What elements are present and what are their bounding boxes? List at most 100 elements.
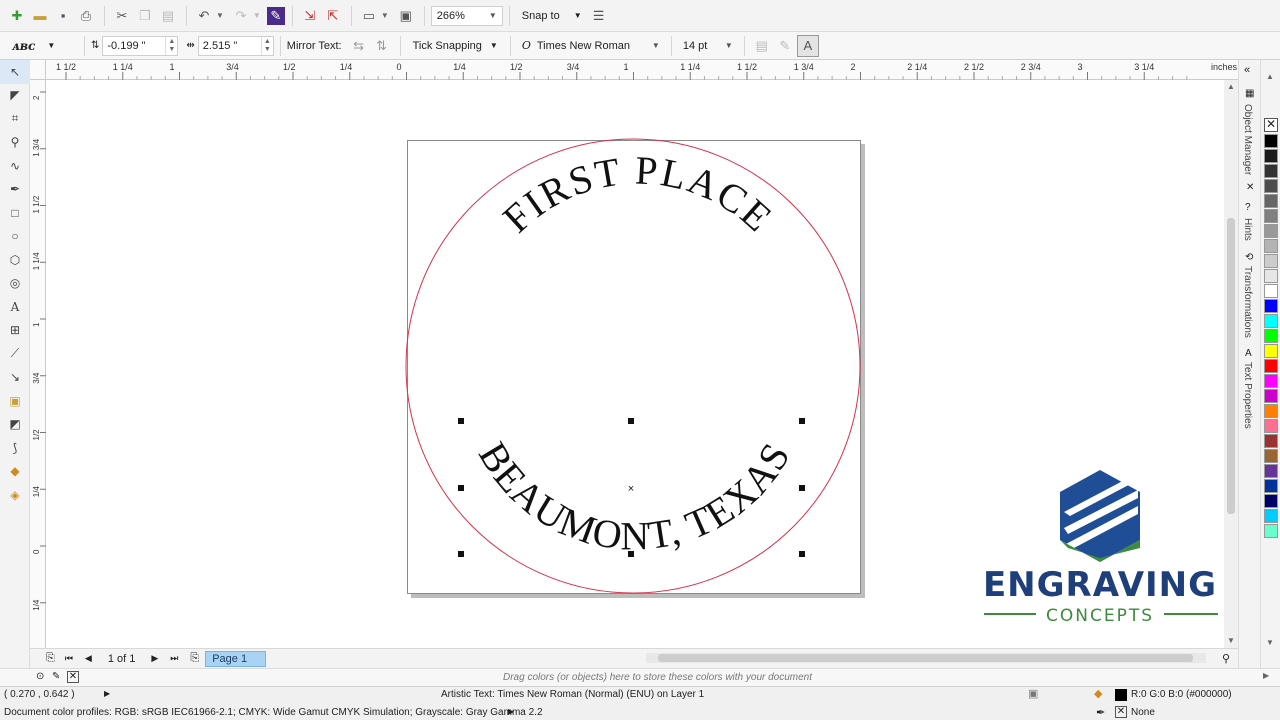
add-page-before-icon[interactable]: ⎘ [46, 652, 55, 665]
text-properties-icon[interactable]: ▤ [751, 35, 773, 57]
palette-swatch[interactable] [1264, 389, 1278, 403]
next-page-icon[interactable]: ▶ [151, 653, 158, 664]
export-icon[interactable]: ⇱ [322, 5, 344, 27]
palette-swatch[interactable] [1264, 254, 1278, 268]
artwork[interactable]: FIRST PLACE BEAUMONT, TEXAS × [405, 138, 862, 595]
handle-top-left[interactable] [458, 418, 464, 424]
palette-swatch[interactable] [1264, 509, 1278, 523]
polygon-tool-icon[interactable]: ⬡ [0, 248, 30, 272]
document-palette[interactable]: ⊙ ✎ ✕ Drag colors (or objects) here to s… [0, 668, 1280, 686]
last-page-icon[interactable]: ⏭ [170, 653, 178, 664]
edit-text-icon[interactable]: ✎ [774, 35, 796, 57]
drawing-canvas[interactable]: FIRST PLACE BEAUMONT, TEXAS × ENGRAVING [46, 80, 1224, 648]
options-icon[interactable]: ☰ [588, 5, 610, 27]
horizontal-scrollbar-thumb[interactable] [658, 654, 1193, 662]
artistic-media-icon[interactable]: ✒ [0, 178, 30, 202]
text-tool-icon[interactable]: A [0, 295, 30, 319]
palette-swatch[interactable] [1264, 239, 1278, 253]
ruler-origin-corner[interactable] [30, 60, 46, 80]
cut-icon[interactable]: ✂ [111, 5, 133, 27]
search-content-icon[interactable]: ✎ [266, 6, 285, 25]
handle-top-right[interactable] [799, 418, 805, 424]
horizontal-ruler[interactable]: 1 1/2 1 1/4 1 3/4 1/2 1/4 0 1/4 1/2 3/4 1 1 1/4 1 1/… [30, 60, 1238, 80]
tick-snapping-dropdown[interactable]: Tick Snapping ▼ [407, 40, 504, 52]
palette-swatch[interactable] [1264, 194, 1278, 208]
publish-icon[interactable]: ▭ [358, 5, 380, 27]
collapse-docker-icon[interactable]: « [1244, 64, 1250, 76]
palette-scroll-up-icon[interactable]: ▲ [1266, 72, 1274, 81]
coordinates-expand-icon[interactable]: ▶ [104, 689, 110, 698]
basic-shapes-icon[interactable]: ◎ [0, 272, 30, 296]
tab-hints[interactable]: Hints [1242, 218, 1253, 241]
palette-swatch[interactable] [1264, 284, 1278, 298]
zoom-tool-icon[interactable]: ⚲ [0, 131, 30, 155]
palette-swatch[interactable] [1264, 209, 1278, 223]
interactive-fill-icon[interactable]: ◆ [0, 460, 30, 484]
paste-icon[interactable]: ▤ [157, 5, 179, 27]
palette-scroll-down-icon[interactable]: ▼ [1266, 638, 1274, 647]
import-icon[interactable]: ⇲ [299, 5, 321, 27]
publish-dropdown-icon[interactable]: ▼ [381, 11, 389, 20]
vertical-scrollbar[interactable]: ▲ ▼ [1224, 80, 1238, 648]
offset-distance-field[interactable]: -0.199 " ▲ ▼ [102, 35, 179, 56]
palette-swatch[interactable] [1264, 434, 1278, 448]
tab-text-properties[interactable]: Text Properties [1242, 362, 1253, 429]
palette-swatch[interactable] [1264, 269, 1278, 283]
outline-swatch[interactable]: ✕ [1115, 706, 1127, 718]
zoom-select[interactable]: 266% ▼ [430, 5, 503, 26]
save-icon[interactable]: ▪ [52, 5, 74, 27]
palette-swatch[interactable] [1264, 479, 1278, 493]
first-page-icon[interactable]: ⏮ [65, 653, 73, 664]
eyedropper-icon[interactable]: ⟆ [0, 436, 30, 460]
palette-swatch[interactable] [1264, 179, 1278, 193]
palette-swatch[interactable] [1264, 449, 1278, 463]
fill-swatch[interactable] [1115, 689, 1127, 701]
palette-swatch[interactable] [1264, 164, 1278, 178]
palette-swatch[interactable] [1264, 359, 1278, 373]
scroll-down-icon[interactable]: ▼ [1227, 636, 1235, 645]
spin-arrows-icon[interactable]: ▲ ▼ [165, 36, 177, 55]
print-icon[interactable]: ⎙ [75, 5, 97, 27]
docpal-no-color-icon[interactable]: ✕ [67, 671, 79, 683]
crop-tool-icon[interactable]: ⌗ [0, 107, 30, 131]
handle-bottom-left[interactable] [458, 551, 464, 557]
palette-swatch[interactable] [1264, 524, 1278, 538]
palette-swatch[interactable] [1264, 344, 1278, 358]
horizontal-scrollbar[interactable] [646, 653, 1206, 663]
connector-tool-icon[interactable]: ↘ [0, 366, 30, 390]
palette-swatch[interactable] [1264, 329, 1278, 343]
vertical-ruler[interactable]: 2 1 3/4 1 1/2 1 1/4 1 3/4 1/2 1/4 0 1/4 [30, 80, 46, 648]
place-on-other-side-icon[interactable]: A [796, 34, 819, 57]
handle-bottom-center[interactable] [628, 551, 634, 557]
palette-swatch[interactable] [1264, 419, 1278, 433]
palette-swatch[interactable] [1264, 314, 1278, 328]
font-list-select[interactable]: O Times New Roman ▼ [517, 36, 665, 56]
palette-swatch[interactable] [1264, 464, 1278, 478]
scroll-up-icon[interactable]: ▲ [1227, 82, 1235, 91]
handle-bottom-right[interactable] [799, 551, 805, 557]
transparency-icon[interactable]: ◩ [0, 413, 30, 437]
redo-icon[interactable]: ↷ [230, 5, 252, 27]
docpal-eyedropper-icon[interactable]: ✎ [52, 671, 60, 682]
tab-object-manager[interactable]: Object Manager [1242, 104, 1253, 175]
palette-swatch[interactable] [1264, 494, 1278, 508]
handle-top-center[interactable] [628, 418, 634, 424]
shape-tool-icon[interactable]: ◤ [0, 84, 30, 108]
color-profiles-expand-icon[interactable]: ▶ [508, 707, 514, 716]
add-page-after-icon[interactable]: ⎘ [190, 652, 199, 665]
undo-dropdown-icon[interactable]: ▼ [216, 11, 224, 20]
handle-middle-left[interactable] [458, 485, 464, 491]
palette-swatch[interactable] [1264, 404, 1278, 418]
ellipse-tool-icon[interactable]: ○ [0, 225, 30, 249]
smart-fill-icon[interactable]: ◈ [0, 483, 30, 507]
undo-icon[interactable]: ↶ [193, 5, 215, 27]
freehand-tool-icon[interactable]: ∿ [0, 154, 30, 178]
zoom-navigator-icon[interactable]: ⚲ [1222, 652, 1230, 665]
drop-shadow-icon[interactable]: ▣ [0, 389, 30, 413]
font-size-select[interactable]: 14 pt ▼ [678, 36, 738, 56]
tab-page-1[interactable]: Page 1 [205, 650, 267, 667]
previous-page-icon[interactable]: ◀ [85, 653, 92, 664]
redo-dropdown-icon[interactable]: ▼ [253, 11, 261, 20]
close-docker-icon[interactable]: ✕ [1246, 182, 1254, 193]
fullscreen-preview-icon[interactable]: ▣ [395, 5, 417, 27]
